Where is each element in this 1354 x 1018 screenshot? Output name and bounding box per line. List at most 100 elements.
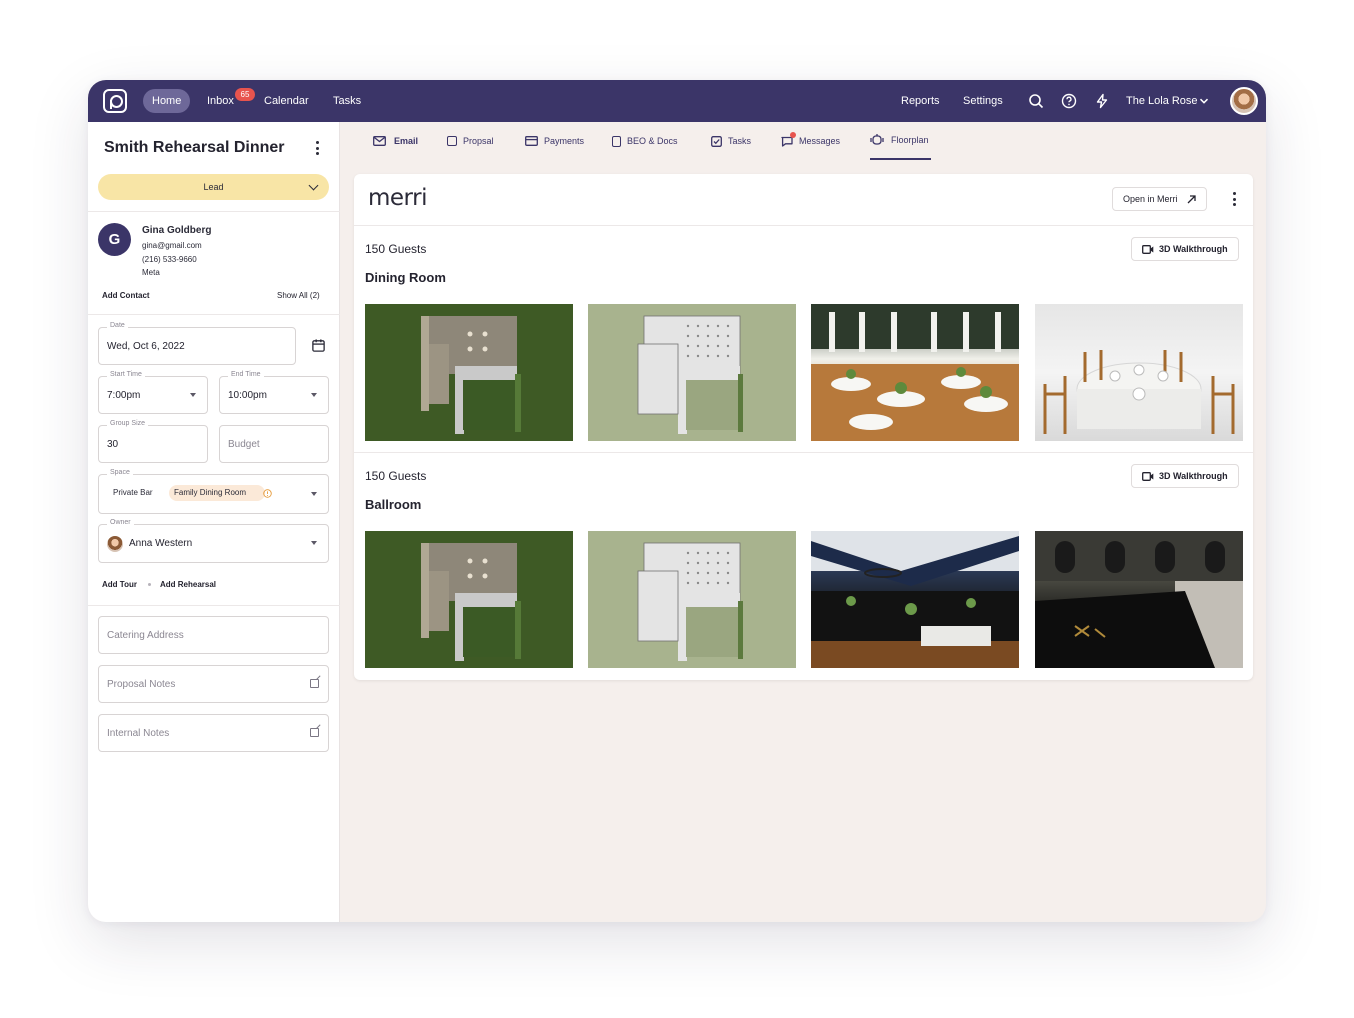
owner-select[interactable]: Owner Anna Western <box>98 519 329 563</box>
ballroom-render <box>811 531 1019 668</box>
tab-email[interactable]: Email <box>373 122 418 160</box>
tab-messages[interactable]: Messages <box>781 122 840 160</box>
event-tabs: Email Propsal Payments BEO & Docs Tasks … <box>340 122 1266 164</box>
nav-settings[interactable]: Settings <box>963 80 1003 122</box>
add-contact-link[interactable]: Add Contact <box>102 291 150 300</box>
nav-inbox[interactable]: Inbox <box>207 80 234 122</box>
date-field[interactable]: Date Wed, Oct 6, 2022 <box>98 322 296 365</box>
card-more-icon[interactable] <box>1232 192 1236 208</box>
divider <box>88 314 340 315</box>
ballroom-dance-floor-render <box>1035 531 1243 668</box>
tab-floorplan-label: Floorplan <box>891 135 929 145</box>
external-link-icon[interactable] <box>310 679 319 688</box>
calendar-icon[interactable] <box>311 338 326 353</box>
tab-beo-docs[interactable]: BEO & Docs <box>612 122 678 160</box>
chevron-down-icon <box>308 180 319 191</box>
proposal-notes-field[interactable]: Proposal Notes <box>98 665 329 703</box>
3d-walkthrough-label: 3D Walkthrough <box>1159 244 1228 254</box>
floorplan-blueprint-image[interactable] <box>588 304 796 441</box>
tab-payments-label: Payments <box>544 136 585 146</box>
owner-value: Anna Western <box>129 538 193 549</box>
show-all-contacts-link[interactable]: Show All (2) <box>277 291 320 300</box>
status-dropdown[interactable]: Lead <box>98 174 329 200</box>
owner-label: Owner <box>107 519 134 526</box>
dining-room-render-image[interactable] <box>811 304 1019 441</box>
group-size-label: Group Size <box>107 420 149 427</box>
end-time-value: 10:00pm <box>228 390 267 401</box>
proposal-notes-placeholder: Proposal Notes <box>107 679 176 690</box>
budget-field[interactable]: Budget <box>219 425 329 463</box>
open-in-merri-button[interactable]: Open in Merri <box>1112 187 1207 211</box>
caret-down-icon <box>311 492 317 496</box>
internal-notes-placeholder: Internal Notes <box>107 728 170 739</box>
caret-down-icon <box>311 541 317 545</box>
space-label: Space <box>107 469 133 476</box>
catering-address-placeholder: Catering Address <box>107 630 184 641</box>
help-icon[interactable] <box>1061 93 1077 109</box>
venue-switcher[interactable]: The Lola Rose <box>1126 80 1198 122</box>
tab-proposal[interactable]: Propsal <box>447 122 494 160</box>
start-time-value: 7:00pm <box>107 390 141 401</box>
nav-home[interactable]: Home <box>143 89 191 113</box>
clipboard-icon <box>447 136 457 146</box>
blueprint-drawing <box>637 315 743 434</box>
tab-payments[interactable]: Payments <box>525 122 584 160</box>
nav-calendar[interactable]: Calendar <box>264 80 309 122</box>
space-chip[interactable]: Private Bar <box>108 485 158 501</box>
group-size-field[interactable]: Group Size 30 <box>98 420 208 463</box>
top-navigation-bar: Home Inbox 65 Calendar Tasks Reports Set… <box>88 80 1266 122</box>
event-sidebar: Smith Rehearsal Dinner Lead G Gina Goldb… <box>88 122 340 922</box>
divider <box>88 211 340 212</box>
nav-reports[interactable]: Reports <box>901 80 940 122</box>
checkbox-icon <box>711 135 722 147</box>
internal-notes-field[interactable]: Internal Notes <box>98 714 329 752</box>
search-icon[interactable] <box>1028 93 1044 109</box>
document-icon <box>612 135 621 147</box>
credit-card-icon <box>525 136 538 146</box>
date-value: Wed, Oct 6, 2022 <box>107 341 185 352</box>
3d-walkthrough-button[interactable]: 3D Walkthrough <box>1131 237 1239 261</box>
add-rehearsal-link[interactable]: Add Rehearsal <box>160 580 216 589</box>
tab-tasks[interactable]: Tasks <box>711 122 751 160</box>
floorplan-2d-image[interactable] <box>365 531 573 668</box>
contact-name[interactable]: Gina Goldberg <box>142 225 211 236</box>
chevron-down-icon[interactable] <box>1198 95 1210 107</box>
user-avatar[interactable] <box>1230 87 1258 115</box>
blueprint-drawing <box>637 542 743 661</box>
ballroom-dance-floor-render-image[interactable] <box>1035 531 1243 668</box>
room-guest-count: 150 Guests <box>365 469 427 483</box>
divider <box>354 452 1253 453</box>
add-tour-link[interactable]: Add Tour <box>102 580 137 589</box>
app-logo-icon[interactable] <box>103 89 127 113</box>
arrow-up-right-icon <box>1187 195 1196 204</box>
owner-avatar <box>107 536 123 552</box>
space-chip[interactable]: Family Dining Room <box>169 485 266 501</box>
catering-address-field[interactable]: Catering Address <box>98 616 329 654</box>
contact-email[interactable]: gina@gmail.com <box>142 241 202 250</box>
contact-phone[interactable]: (216) 533-9660 <box>142 255 197 264</box>
space-select[interactable]: Space Private Bar Family Dining Room <box>98 469 329 514</box>
3d-walkthrough-button[interactable]: 3D Walkthrough <box>1131 464 1239 488</box>
event-title: Smith Rehearsal Dinner <box>104 139 285 156</box>
table-setting-render-image[interactable] <box>1035 304 1243 441</box>
contact-avatar: G <box>98 223 131 256</box>
lightning-icon[interactable] <box>1094 93 1110 109</box>
date-label: Date <box>107 322 128 329</box>
start-time-select[interactable]: Start Time 7:00pm <box>98 371 208 414</box>
nav-tasks[interactable]: Tasks <box>333 80 361 122</box>
tab-floorplan[interactable]: Floorplan <box>870 122 931 160</box>
open-in-merri-label: Open in Merri <box>1123 194 1178 204</box>
end-time-label: End Time <box>228 371 264 378</box>
tab-messages-label: Messages <box>799 136 841 146</box>
floorplan-2d-image[interactable] <box>365 304 573 441</box>
event-more-icon[interactable] <box>315 141 319 157</box>
end-time-select[interactable]: End Time 10:00pm <box>219 371 329 414</box>
external-link-icon[interactable] <box>310 728 319 737</box>
room-name: Dining Room <box>365 270 446 285</box>
group-size-value: 30 <box>107 439 119 450</box>
floorplan-blueprint-image[interactable] <box>588 531 796 668</box>
unread-dot <box>790 132 796 138</box>
vr-headset-icon <box>870 134 884 145</box>
ballroom-render-image[interactable] <box>811 531 1019 668</box>
divider <box>354 225 1253 226</box>
